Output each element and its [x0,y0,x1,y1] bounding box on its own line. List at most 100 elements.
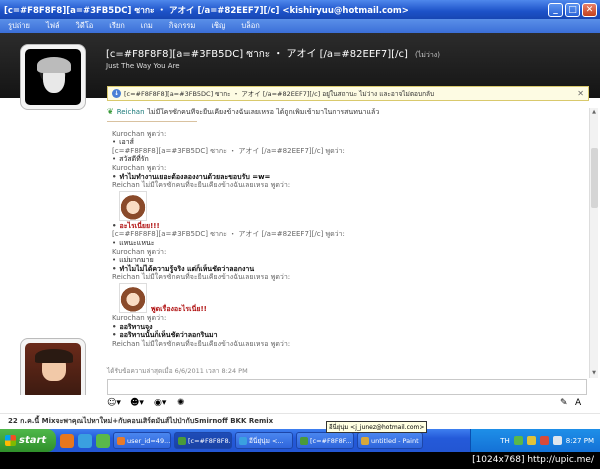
windows-logo-icon [5,435,16,446]
task-label: [c=#F8F8F... [310,436,352,445]
maximize-button[interactable]: □ [565,2,580,17]
contact-personal-message: Just The Way You Are [106,62,180,70]
emoticon-caption: พูดเรื่องอะไรเนี่ย!! [151,305,207,314]
message-sender: Reichan ไม่มีใครซักคนที่จะยืนเคียงข้างฉั… [112,273,291,282]
task-app-icon [361,436,369,445]
menu-item[interactable]: บล็อก [241,20,259,32]
menu-item[interactable]: เชิญ [211,20,225,32]
divider [107,120,197,122]
emoticon-icon[interactable]: ☺▾ [107,398,121,408]
message-sender: Kurochan พูดว่า: [112,163,167,172]
custom-emoticon-icon [119,190,147,221]
custom-emoticon-icon [119,282,147,313]
menu-item[interactable]: เรียก [109,20,125,32]
message-sender: Reichan ไม่มีใครซักคนที่จะยืนเคียงข้างฉั… [112,181,291,190]
message-line: แม่มากมาย [107,256,585,265]
taskbar-button[interactable]: [c=#F8F8F... [296,432,354,449]
menu-item[interactable]: เกม [141,20,153,32]
last-message-time: ได้รับข้อความล่าสุดเมื่อ 6/6/2011 เวลา 8… [107,367,248,375]
message-line: เอาส์ [107,138,585,147]
status-info-bar: ↓ [c=#F8F8F8][a=#3FB5DC] ซากะ ・ アオイ [/a=… [107,86,589,101]
taskbar-button[interactable]: user_id=49... [113,432,171,449]
window-title: [c=#F8F8F8][a=#3FB5DC] ซากะ ・ アオイ [/a=#8… [4,5,409,16]
menu-item[interactable]: ไฟล์ [46,20,60,32]
nudge-icon[interactable]: ✺ [177,398,185,408]
close-button[interactable]: ✕ [582,2,597,17]
message-line: สวัสดีที่รัก [107,155,585,164]
message-line: แหนะแหนะ [107,239,585,248]
voice-clip-icon[interactable]: ◉▾ [154,398,166,408]
task-app-icon [178,436,186,445]
task-label: [c=#F8F8F8... [188,436,232,445]
message-line: ออริทานนั้นก็เห็นชัดว่าลอกรินมา [107,331,585,340]
message-line: ทำไมทำงานเยอะต้องลองงานด้วยละขอบรับ =w= [107,173,585,182]
start-label: start [19,435,47,446]
contact-display-name: [c=#F8F8F8][a=#3FB5DC] ซากะ ・ アオイ [/a=#8… [106,49,408,60]
status-info-text: [c=#F8F8F8][a=#3FB5DC] ซากะ ・ アオイ [/a=#8… [124,90,435,98]
conversation-log[interactable]: ❦ Reichan ไม่มีใครซักคนที่จะยืนเคียงข้าง… [107,108,585,378]
system-message-text: ไม่มีใครซักคนที่จะยืนเคียงข้างฉันเลยเหรอ… [147,108,380,116]
emoticon-row: พูดเรื่องอะไรเนี่ย!! [107,282,585,314]
input-toolbar [0,395,600,413]
start-button[interactable]: start [0,429,56,452]
chat-scrollbar[interactable]: ▲ ▼ [589,108,598,378]
emoticon-row [107,190,585,222]
message-sender: Reichan ไม่มีใครซักคนที่จะยืนเคียงข้างฉั… [112,339,291,348]
menu-item[interactable]: รูปถ่าย [8,20,30,32]
task-app-icon [239,436,247,445]
message-sender: Kurochan พูดว่า: [112,129,167,138]
antivirus-tray-icon[interactable] [539,436,549,445]
scroll-up-icon[interactable]: ▲ [590,108,598,117]
contact-avatar[interactable] [20,44,86,110]
menu-bar: รูปถ่าย ไฟล์ วิดีโอ เรียก เกม กิจกรรม เชิญ บล็อ… [0,19,600,33]
task-label: user_id=49... [127,436,171,445]
messenger-tray-icon[interactable] [513,436,523,445]
taskbar-button[interactable]: อีนี่ยุ่นุ่ม <... [235,432,293,449]
language-indicator[interactable]: TH [500,437,510,445]
taskbar-button[interactable]: [c=#F8F8F8... [174,432,232,449]
contact-avatar-image [25,49,81,105]
menu-item[interactable]: วิดีโอ [76,20,94,32]
messenger-window: [c=#F8F8F8][a=#3FB5DC] ซากะ ・ アオイ [/a=#8… [0,0,600,469]
message-sender: Kurochan พูดว่า: [112,247,167,256]
system-tray: TH 8:27 PM [470,429,600,452]
now-playing-bar: 22 ก.ค.นี้ Mixจะพาคุณไปหาใหม่+กับคอนเสิร… [0,413,600,429]
task-app-icon [117,436,125,445]
message-line: ออริทานจง [107,323,585,332]
taskbar-tooltip: อีนี่ยุ่นุ่ม <j_junez@hotmail.com> [326,421,428,433]
handwriting-icon[interactable]: ✎ [560,398,568,408]
clock: 8:27 PM [565,436,594,445]
message-sender: [c=#F8F8F8][a=#3FB5DC] ซากะ ・ アオイ [/a=#8… [112,230,345,239]
firefox-icon[interactable] [60,433,74,448]
message-list: Kurochan พูดว่า:เอาส์[c=#F8F8F8][a=#3FB5… [107,130,585,349]
scroll-thumb[interactable] [591,148,598,208]
title-bar[interactable]: [c=#F8F8F8][a=#3FB5DC] ซากะ ・ アオイ [/a=#8… [0,0,600,19]
task-app-icon [300,436,308,445]
network-tray-icon[interactable] [526,436,536,445]
ie-icon[interactable] [78,433,92,448]
wink-icon[interactable]: ☻▾ [130,398,144,408]
minimize-button[interactable]: _ [548,2,563,17]
contact-name: [c=#F8F8F8][a=#3FB5DC] ซากะ ・ アオイ [/a=#8… [106,45,440,62]
volume-tray-icon[interactable] [552,436,562,445]
message-sender: Kurochan พูดว่า: [112,313,167,322]
my-avatar-image [25,343,81,399]
task-list: user_id=49... [c=#F8F8F8... อีนี่ยุ่นุ่ม <… [110,432,423,449]
message-line: อะไรเนี่ยย!!! [107,222,585,231]
leaf-icon: ❦ [107,108,114,116]
text-mode-icon[interactable]: A [575,398,581,408]
messenger-icon[interactable] [96,433,110,448]
scroll-down-icon[interactable]: ▼ [590,369,598,378]
message-input[interactable] [107,379,587,395]
system-message: ❦ Reichan ไม่มีใครซักคนที่จะยืนเคียงข้าง… [107,108,585,117]
task-label: อีนี่ยุ่นุ่ม <... [249,436,284,445]
message-sender: [c=#F8F8F8][a=#3FB5DC] ซากะ ・ アオイ [/a=#8… [112,146,345,155]
system-message-name: Reichan [116,108,145,116]
watermark: [1024x768] http://upic.me/ [0,452,600,469]
info-icon: ↓ [112,89,121,98]
taskbar-button[interactable]: untitled - Paint [357,432,423,449]
contact-status: (ไม่ว่าง) [415,51,440,59]
menu-item[interactable]: กิจกรรม [169,20,195,32]
infobar-close-icon[interactable]: ✕ [577,89,584,98]
task-label: untitled - Paint [371,436,419,445]
